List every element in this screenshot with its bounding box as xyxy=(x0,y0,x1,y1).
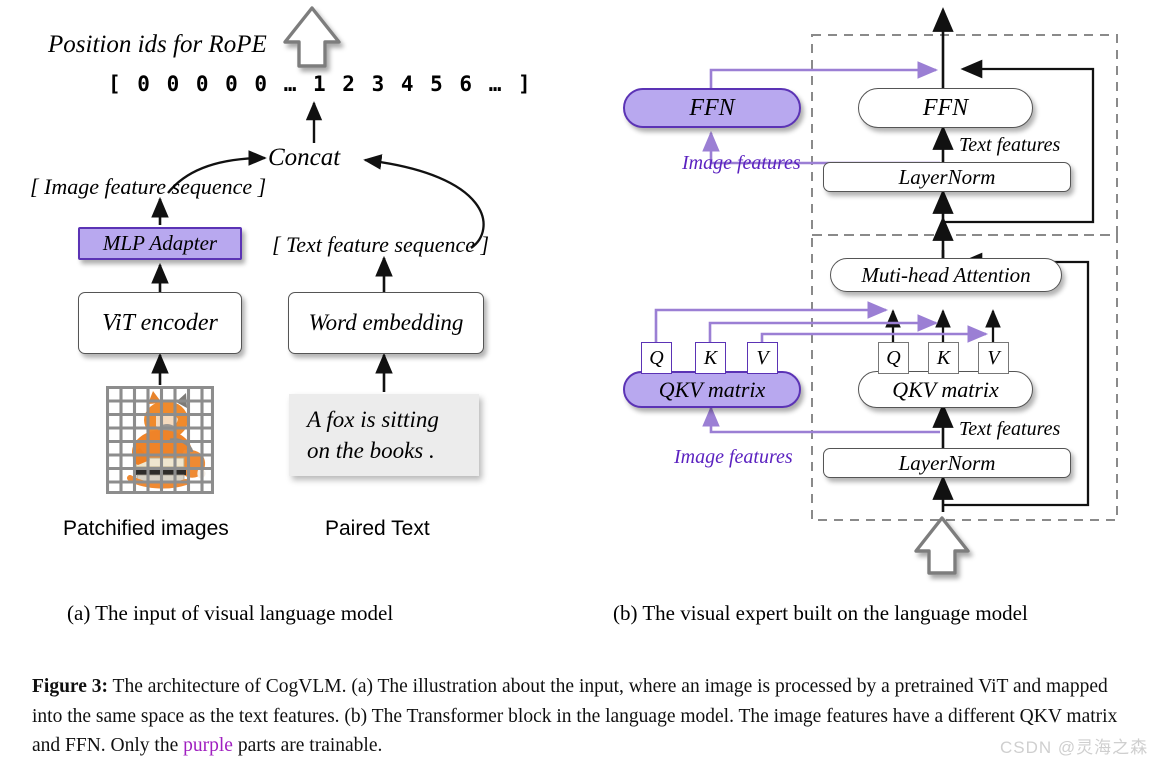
text-ffn-label: FFN xyxy=(922,94,969,121)
image-qkv-cell-k-label: K xyxy=(703,346,718,369)
figure-caption-purple-word: purple xyxy=(183,735,233,757)
text-qkv-matrix-box[interactable]: QKV matrix xyxy=(858,371,1033,408)
vit-encoder-box[interactable]: ViT encoder xyxy=(78,292,242,354)
image-qkv-matrix-box[interactable]: QKV matrix xyxy=(623,371,801,408)
image-features-label-bottom: Image features xyxy=(674,446,793,468)
figure-caption: Figure 3: The architecture of CogVLM. (a… xyxy=(32,672,1140,761)
text-qkv-cell-q[interactable]: Q xyxy=(878,342,909,374)
image-ffn-box[interactable]: FFN xyxy=(623,88,801,128)
text-layernorm-top-box[interactable]: LayerNorm xyxy=(823,162,1071,192)
text-qkv-cell-k[interactable]: K xyxy=(928,342,959,374)
position-ids-sequence: [ 0 0 0 0 0 … 1 2 3 4 5 6 … ] xyxy=(108,72,533,96)
patch-grid-overlay xyxy=(106,386,214,494)
sample-text-line-2: on the books . xyxy=(307,438,435,463)
text-qkv-cell-k-label: K xyxy=(936,346,951,369)
image-features-label-top: Image features xyxy=(682,152,801,174)
multi-head-attention-box[interactable]: Muti-head Attention xyxy=(830,258,1062,292)
text-qkv-cell-q-label: Q xyxy=(886,346,901,369)
multi-head-attention-label: Muti-head Attention xyxy=(861,262,1031,287)
watermark: CSDN @灵海之森 xyxy=(1000,738,1149,757)
text-ffn-box[interactable]: FFN xyxy=(858,88,1033,128)
patchified-images-caption: Patchified images xyxy=(63,517,229,540)
paired-text-blob: A fox is sitting on the books . xyxy=(289,394,479,476)
subcaption-a: (a) The input of visual language model xyxy=(67,601,394,625)
patchified-image xyxy=(106,386,214,494)
image-qkv-cell-v-label: V xyxy=(756,346,769,369)
figure-caption-tail: parts are trainable. xyxy=(232,735,383,757)
concat-label: Concat xyxy=(268,144,341,171)
text-features-label-bottom: Text features xyxy=(959,418,1061,440)
mlp-adapter-box[interactable]: MLP Adapter xyxy=(78,227,242,260)
vit-encoder-label: ViT encoder xyxy=(102,309,218,336)
text-layernorm-top-label: LayerNorm xyxy=(898,164,996,189)
position-ids-title: Position ids for RoPE xyxy=(48,31,267,58)
image-qkv-cell-v[interactable]: V xyxy=(747,342,778,374)
image-qkv-cell-q[interactable]: Q xyxy=(641,342,672,374)
image-qkv-cell-q-label: Q xyxy=(649,346,664,369)
text-qkv-cell-v-label: V xyxy=(987,346,1000,369)
text-qkv-cell-v[interactable]: V xyxy=(978,342,1009,374)
figure-label: Figure 3: xyxy=(32,676,109,697)
mlp-adapter-label: MLP Adapter xyxy=(102,231,218,255)
image-feature-sequence-label: [ Image feature sequence ] xyxy=(30,174,267,199)
text-feature-sequence-label: [ Text feature sequence ] xyxy=(272,232,490,257)
image-ffn-label: FFN xyxy=(689,94,735,121)
subcaption-b: (b) The visual expert built on the langu… xyxy=(613,601,1028,625)
image-qkv-matrix-label: QKV matrix xyxy=(658,376,766,402)
text-features-label-top: Text features xyxy=(959,134,1061,156)
word-embedding-label: Word embedding xyxy=(308,310,464,335)
paired-text-caption: Paired Text xyxy=(325,517,430,540)
word-embedding-box[interactable]: Word embedding xyxy=(288,292,484,354)
figure-canvas: Position ids for RoPE [ 0 0 0 0 0 … 1 2 … xyxy=(0,0,1164,769)
panel-a-output-arrow-icon xyxy=(283,6,341,68)
sample-text-line-1: A fox is sitting xyxy=(307,406,439,432)
text-layernorm-bottom-label: LayerNorm xyxy=(898,450,996,475)
image-qkv-cell-k[interactable]: K xyxy=(695,342,726,374)
panel-b-input-arrow-icon xyxy=(914,516,970,575)
text-qkv-matrix-label: QKV matrix xyxy=(892,376,999,402)
text-layernorm-bottom-box[interactable]: LayerNorm xyxy=(823,448,1071,478)
